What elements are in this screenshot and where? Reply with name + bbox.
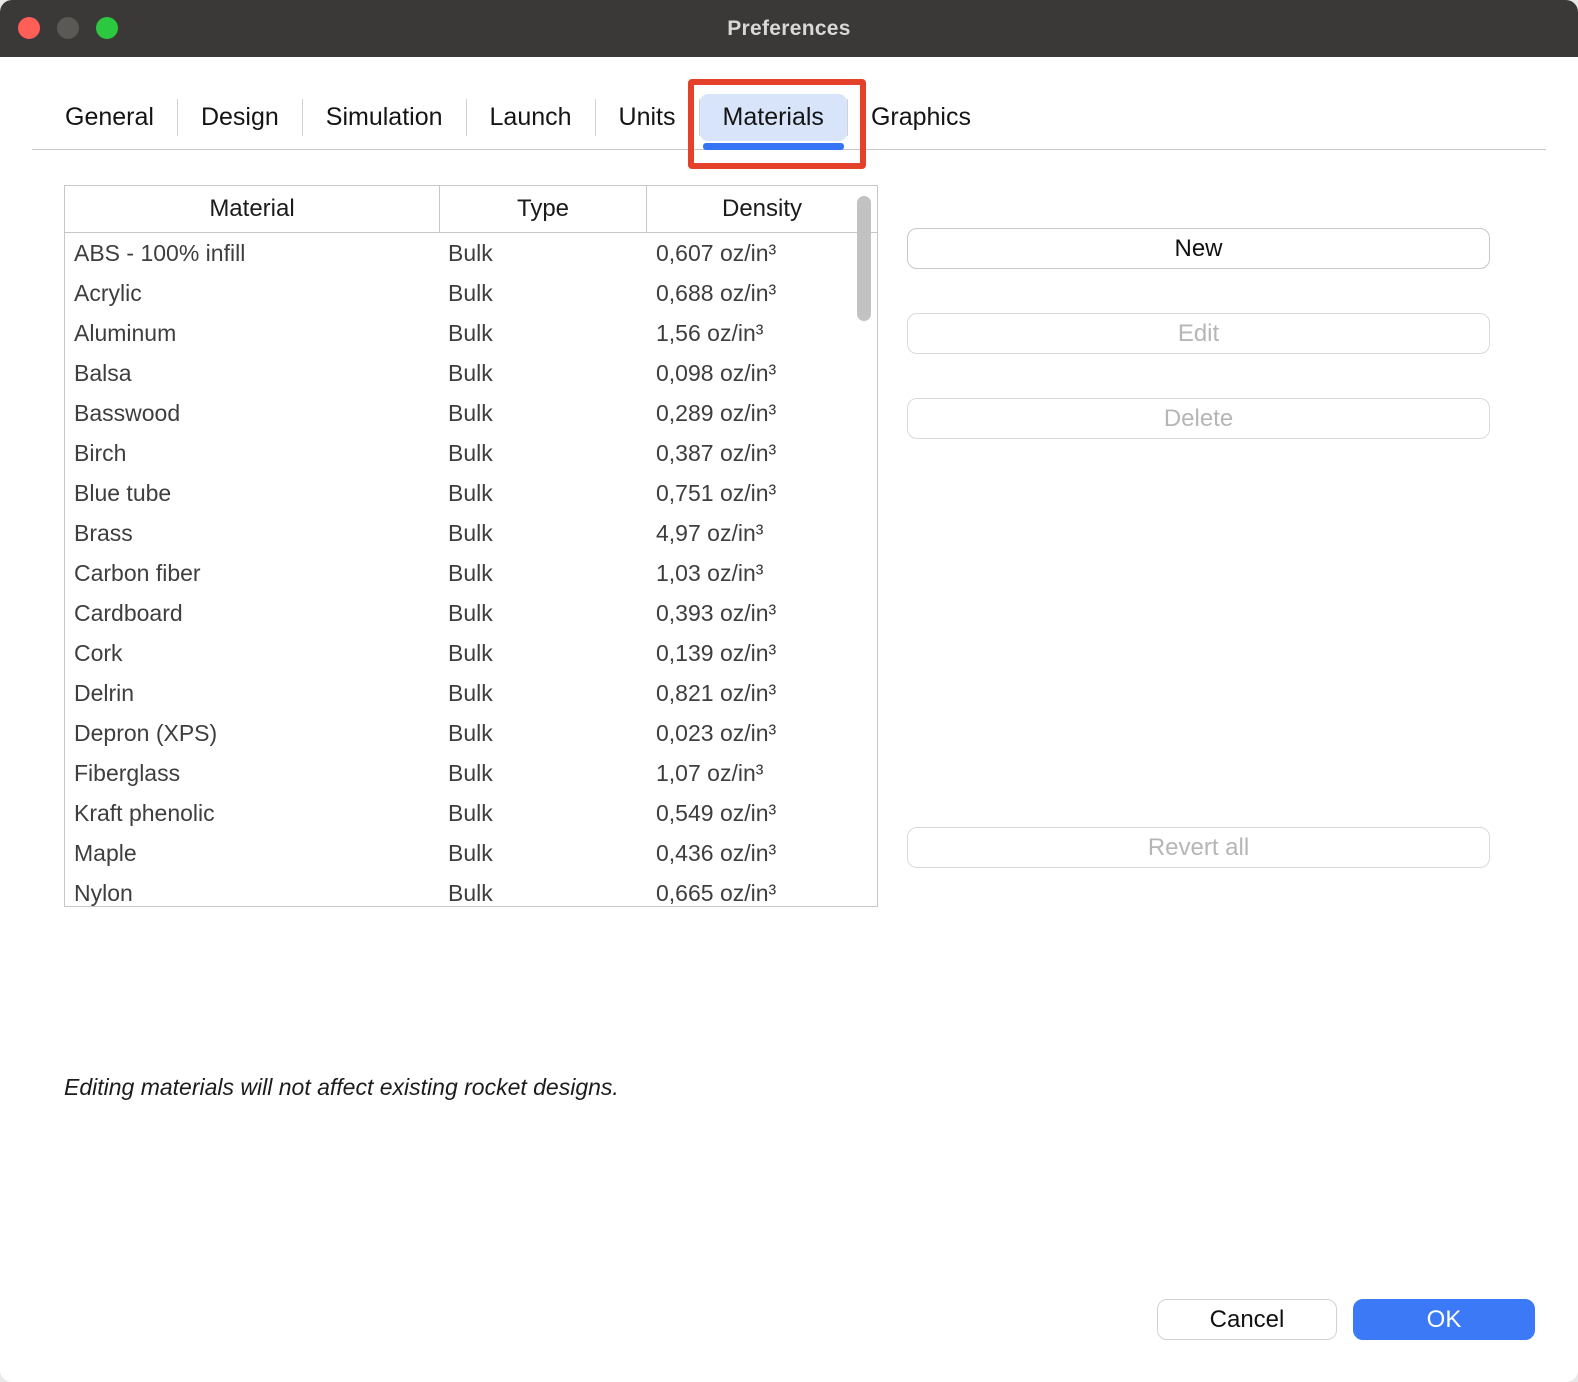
material-cell: Fiberglass <box>65 760 440 787</box>
type-cell: Bulk <box>440 800 647 827</box>
density-cell: 0,821 oz/in³ <box>647 680 877 707</box>
material-cell: Basswood <box>65 400 440 427</box>
table-row[interactable]: AcrylicBulk0,688 oz/in³ <box>65 273 877 313</box>
close-button[interactable] <box>18 17 40 39</box>
materials-note: Editing materials will not affect existi… <box>64 1074 619 1101</box>
tab-materials[interactable]: Materials <box>700 94 847 141</box>
type-cell: Bulk <box>440 320 647 347</box>
density-cell: 0,387 oz/in³ <box>647 440 877 467</box>
table-row[interactable]: NylonBulk0,665 oz/in³ <box>65 873 877 907</box>
material-cell: Acrylic <box>65 280 440 307</box>
revert-all-button[interactable]: Revert all <box>907 827 1490 868</box>
material-cell: Kraft phenolic <box>65 800 440 827</box>
titlebar: Preferences <box>0 0 1578 57</box>
density-cell: 0,023 oz/in³ <box>647 720 877 747</box>
tab-bar: GeneralDesignSimulationLaunchUnitsMateri… <box>32 94 1546 149</box>
tab-units[interactable]: Units <box>596 94 699 141</box>
type-cell: Bulk <box>440 240 647 267</box>
column-header-density[interactable]: Density <box>647 186 877 232</box>
density-cell: 0,549 oz/in³ <box>647 800 877 827</box>
type-cell: Bulk <box>440 520 647 547</box>
density-cell: 0,751 oz/in³ <box>647 480 877 507</box>
table-row[interactable]: BrassBulk4,97 oz/in³ <box>65 513 877 553</box>
materials-table-header: Material Type Density <box>65 186 877 233</box>
table-row[interactable]: Carbon fiberBulk1,03 oz/in³ <box>65 553 877 593</box>
table-row[interactable]: BasswoodBulk0,289 oz/in³ <box>65 393 877 433</box>
material-cell: Delrin <box>65 680 440 707</box>
type-cell: Bulk <box>440 640 647 667</box>
density-cell: 0,098 oz/in³ <box>647 360 877 387</box>
table-row[interactable]: Kraft phenolicBulk0,549 oz/in³ <box>65 793 877 833</box>
type-cell: Bulk <box>440 440 647 467</box>
tab-bar-container: GeneralDesignSimulationLaunchUnitsMateri… <box>32 57 1546 150</box>
type-cell: Bulk <box>440 360 647 387</box>
table-row[interactable]: MapleBulk0,436 oz/in³ <box>65 833 877 873</box>
new-button[interactable]: New <box>907 228 1490 269</box>
table-row[interactable]: AluminumBulk1,56 oz/in³ <box>65 313 877 353</box>
density-cell: 1,07 oz/in³ <box>647 760 877 787</box>
density-cell: 1,03 oz/in³ <box>647 560 877 587</box>
tab-launch[interactable]: Launch <box>467 94 595 141</box>
tab-simulation[interactable]: Simulation <box>303 94 466 141</box>
density-cell: 0,436 oz/in³ <box>647 840 877 867</box>
material-cell: Brass <box>65 520 440 547</box>
cancel-button[interactable]: Cancel <box>1157 1299 1337 1340</box>
tab-design[interactable]: Design <box>178 94 302 141</box>
table-row[interactable]: ABS - 100% infillBulk0,607 oz/in³ <box>65 233 877 273</box>
scrollbar-thumb[interactable] <box>857 196 871 321</box>
table-row[interactable]: DelrinBulk0,821 oz/in³ <box>65 673 877 713</box>
ok-button[interactable]: OK <box>1353 1299 1535 1340</box>
type-cell: Bulk <box>440 720 647 747</box>
type-cell: Bulk <box>440 400 647 427</box>
material-cell: Cardboard <box>65 600 440 627</box>
material-cell: ABS - 100% infill <box>65 240 440 267</box>
material-cell: Cork <box>65 640 440 667</box>
density-cell: 1,56 oz/in³ <box>647 320 877 347</box>
table-row[interactable]: CardboardBulk0,393 oz/in³ <box>65 593 877 633</box>
tab-graphics[interactable]: Graphics <box>848 94 994 141</box>
table-row[interactable]: Blue tubeBulk0,751 oz/in³ <box>65 473 877 513</box>
type-cell: Bulk <box>440 760 647 787</box>
density-cell: 0,688 oz/in³ <box>647 280 877 307</box>
table-row[interactable]: FiberglassBulk1,07 oz/in³ <box>65 753 877 793</box>
material-cell: Nylon <box>65 880 440 907</box>
type-cell: Bulk <box>440 600 647 627</box>
density-cell: 0,665 oz/in³ <box>647 880 877 907</box>
delete-button[interactable]: Delete <box>907 398 1490 439</box>
table-row[interactable]: BalsaBulk0,098 oz/in³ <box>65 353 877 393</box>
traffic-lights <box>18 17 118 39</box>
density-cell: 0,393 oz/in³ <box>647 600 877 627</box>
type-cell: Bulk <box>440 880 647 907</box>
material-cell: Aluminum <box>65 320 440 347</box>
window-title: Preferences <box>727 17 851 41</box>
density-cell: 0,139 oz/in³ <box>647 640 877 667</box>
table-row[interactable]: Depron (XPS)Bulk0,023 oz/in³ <box>65 713 877 753</box>
preferences-window: Preferences GeneralDesignSimulationLaunc… <box>0 0 1578 1382</box>
density-cell: 0,289 oz/in³ <box>647 400 877 427</box>
materials-table: Material Type Density ABS - 100% infillB… <box>64 185 878 907</box>
type-cell: Bulk <box>440 680 647 707</box>
material-cell: Birch <box>65 440 440 467</box>
materials-table-body: ABS - 100% infillBulk0,607 oz/in³Acrylic… <box>65 233 877 907</box>
type-cell: Bulk <box>440 840 647 867</box>
density-cell: 0,607 oz/in³ <box>647 240 877 267</box>
type-cell: Bulk <box>440 280 647 307</box>
type-cell: Bulk <box>440 480 647 507</box>
material-cell: Blue tube <box>65 480 440 507</box>
density-cell: 4,97 oz/in³ <box>647 520 877 547</box>
material-cell: Carbon fiber <box>65 560 440 587</box>
minimize-button[interactable] <box>57 17 79 39</box>
material-cell: Maple <box>65 840 440 867</box>
material-cell: Balsa <box>65 360 440 387</box>
table-row[interactable]: BirchBulk0,387 oz/in³ <box>65 433 877 473</box>
column-header-type[interactable]: Type <box>440 186 647 232</box>
type-cell: Bulk <box>440 560 647 587</box>
table-row[interactable]: CorkBulk0,139 oz/in³ <box>65 633 877 673</box>
zoom-button[interactable] <box>96 17 118 39</box>
material-cell: Depron (XPS) <box>65 720 440 747</box>
edit-button[interactable]: Edit <box>907 313 1490 354</box>
column-header-material[interactable]: Material <box>65 186 440 232</box>
tab-general[interactable]: General <box>42 94 177 141</box>
